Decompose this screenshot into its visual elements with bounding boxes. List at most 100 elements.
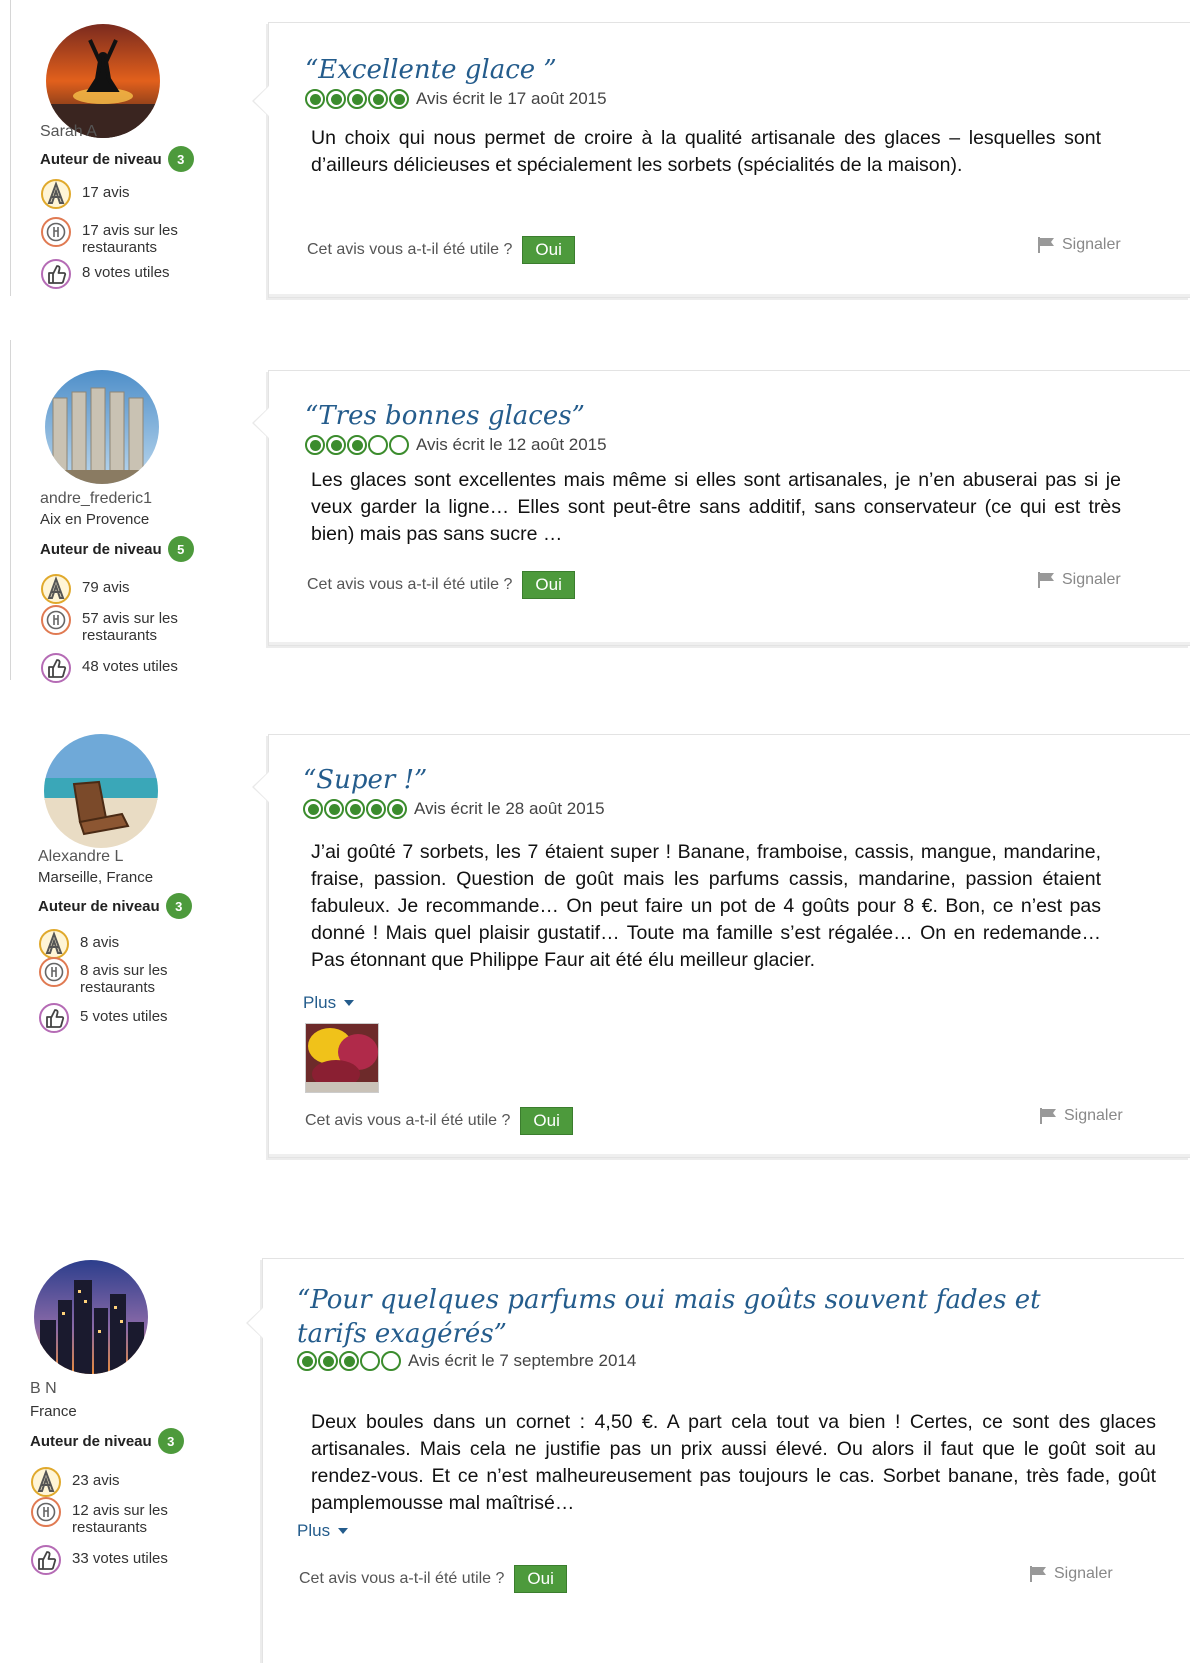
review-card: B N France Auteur de niveau 3 23 avis 12… (0, 1230, 1190, 1663)
report-link[interactable]: Signaler (1037, 571, 1121, 589)
thumbs-up-icon (30, 1544, 62, 1576)
caret-down-icon (338, 1528, 349, 1534)
stat-restaurant-reviews[interactable]: 57 avis sur les restaurants (40, 610, 192, 644)
member-location: Aix en Provence (40, 511, 150, 528)
review-title[interactable]: “Tres bonnes glaces” (305, 399, 1145, 433)
speech-arrow (252, 771, 269, 803)
restaurant-icon (40, 604, 72, 636)
report-link[interactable]: Signaler (1039, 1107, 1123, 1125)
stat-reviews[interactable]: 17 avis (40, 184, 130, 210)
reviews-icon (40, 178, 72, 210)
review-card: andre_frederic1 Aix en Provence Auteur d… (0, 340, 1190, 680)
report-label: Signaler (1062, 236, 1121, 253)
columns-avatar[interactable] (45, 370, 159, 484)
speech-arrow (246, 1307, 263, 1339)
review-title[interactable]: “Pour quelques parfums oui mais goûts so… (297, 1283, 1097, 1351)
review-card: Sarah A Auteur de niveau 3 17 avis 17 av… (0, 0, 1190, 300)
beach-chair-avatar[interactable] (44, 734, 158, 848)
thumbs-up-icon (38, 1002, 70, 1034)
review-box: “Super !” Avis écrit le 28 août 2015 J’a… (252, 734, 1190, 1158)
bubble-filled-icon (387, 799, 407, 819)
stat-text: 57 avis sur les restaurants (82, 610, 178, 644)
flag-icon (1039, 1107, 1059, 1125)
member-level: Auteur de niveau 3 (38, 893, 192, 919)
stat-restaurant-reviews[interactable]: 12 avis sur les restaurants (30, 1502, 182, 1536)
level-badge: 3 (157, 1428, 184, 1454)
bubble-filled-icon (347, 435, 367, 455)
review-box: “Excellente glace ” Avis écrit le 17 aoû… (252, 22, 1190, 298)
helpful-question: Cet avis vous a-t-il été utile ? (307, 241, 513, 258)
stat-text: 5 votes utiles (80, 1008, 168, 1025)
review-text: J’ai goûté 7 sorbets, les 7 étaient supe… (311, 841, 1101, 971)
rating-row: Avis écrit le 7 septembre 2014 (297, 1351, 636, 1371)
more-label: Plus (303, 993, 337, 1012)
bubble-filled-icon (368, 89, 388, 109)
yes-button[interactable]: Oui (520, 1107, 573, 1135)
member-level: Auteur de niveau 3 (40, 146, 194, 172)
stat-helpful-votes[interactable]: 33 votes utiles (30, 1550, 168, 1576)
thumbs-up-icon (40, 258, 72, 290)
review-date: Avis écrit le 28 août 2015 (414, 799, 605, 818)
bubble-empty-icon (368, 435, 388, 455)
report-link[interactable]: Signaler (1029, 1565, 1113, 1583)
stat-reviews[interactable]: 23 avis (30, 1472, 120, 1498)
bubble-rating (305, 89, 410, 109)
more-link[interactable]: Plus (297, 1521, 349, 1541)
more-link[interactable]: Plus (303, 993, 355, 1013)
stat-restaurant-reviews[interactable]: 8 avis sur les restaurants (38, 962, 190, 996)
stat-text: 17 avis (82, 184, 130, 201)
stat-text: 12 avis sur les restaurants (72, 1502, 168, 1536)
member-name[interactable]: B N (30, 1380, 57, 1398)
stat-text: 8 avis (80, 934, 120, 951)
bubble-filled-icon (303, 799, 323, 819)
stat-text: 8 votes utiles (82, 264, 170, 281)
stat-text: 17 avis sur les restaurants (82, 222, 178, 256)
yes-button[interactable]: Oui (522, 571, 575, 599)
bubble-filled-icon (318, 1351, 338, 1371)
level-label: Auteur de niveau (40, 150, 162, 168)
level-badge: 3 (165, 893, 192, 919)
report-label: Signaler (1064, 1107, 1123, 1124)
flag-icon (1029, 1565, 1049, 1583)
thumbs-up-icon (40, 652, 72, 684)
report-link[interactable]: Signaler (1037, 236, 1121, 254)
stat-helpful-votes[interactable]: 48 votes utiles (40, 658, 178, 684)
caret-down-icon (344, 1000, 355, 1006)
review-text: Les glaces sont excellentes mais même si… (311, 469, 1121, 545)
review-photo[interactable] (305, 1023, 379, 1093)
bubble-filled-icon (326, 435, 346, 455)
stat-helpful-votes[interactable]: 8 votes utiles (40, 264, 170, 290)
member-name[interactable]: andre_frederic1 (40, 490, 152, 508)
yes-button[interactable]: Oui (514, 1565, 567, 1593)
helpful-prompt: Cet avis vous a-t-il été utile ? Oui (305, 1107, 573, 1135)
level-badge: 3 (167, 146, 194, 172)
review-title[interactable]: “Super !” (303, 763, 1143, 797)
speech-arrow (252, 407, 269, 439)
member-name[interactable]: Sarah A (40, 123, 97, 141)
bubble-filled-icon (366, 799, 386, 819)
bubble-empty-icon (381, 1351, 401, 1371)
helpful-prompt: Cet avis vous a-t-il été utile ? Oui (307, 571, 575, 599)
city-night-avatar[interactable] (34, 1260, 148, 1374)
yes-button[interactable]: Oui (522, 236, 575, 264)
stat-reviews[interactable]: 79 avis (40, 579, 130, 605)
bubble-filled-icon (305, 89, 325, 109)
review-text: Un choix qui nous permet de croire à la … (311, 127, 1101, 176)
divider (10, 340, 11, 680)
bubble-filled-icon (297, 1351, 317, 1371)
bubble-rating (305, 435, 410, 455)
bubble-empty-icon (360, 1351, 380, 1371)
speech-arrow (252, 85, 269, 117)
reviews-icon (30, 1466, 62, 1498)
member-name[interactable]: Alexandre L (38, 848, 123, 866)
flag-icon (1037, 571, 1057, 589)
level-label: Auteur de niveau (30, 1432, 152, 1450)
yoga-sunset-avatar[interactable] (46, 24, 160, 138)
stat-restaurant-reviews[interactable]: 17 avis sur les restaurants (40, 222, 200, 256)
rating-row: Avis écrit le 17 août 2015 (305, 89, 607, 109)
helpful-prompt: Cet avis vous a-t-il été utile ? Oui (307, 236, 575, 264)
stat-helpful-votes[interactable]: 5 votes utiles (38, 1008, 168, 1034)
helpful-question: Cet avis vous a-t-il été utile ? (299, 1570, 505, 1587)
review-title[interactable]: “Excellente glace ” (305, 53, 1145, 87)
rating-row: Avis écrit le 28 août 2015 (303, 799, 605, 819)
